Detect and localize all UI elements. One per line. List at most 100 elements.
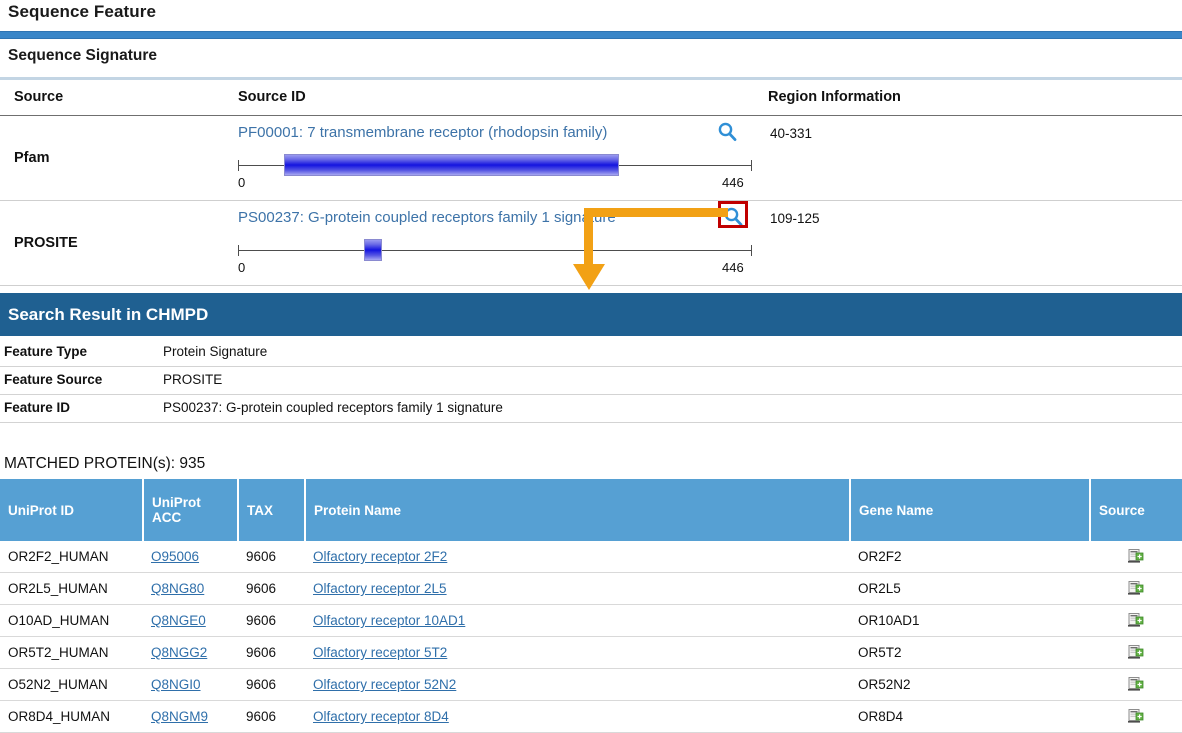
section-divider	[0, 77, 1182, 80]
axis-tick-end-prosite	[751, 245, 752, 256]
region-information-prosite: 109-125	[770, 211, 820, 226]
cell-uniprot-id: OR2L5_HUMAN	[0, 572, 143, 605]
column-header-uniprot-acc[interactable]: UniProt ACC	[143, 479, 239, 541]
cell-protein-name: Olfactory receptor 2L5	[305, 572, 850, 605]
column-header-gene-name[interactable]: Gene Name	[850, 479, 1091, 541]
column-header-region-info: Region Information	[768, 89, 901, 105]
detail-row-feature-type: Feature Type Protein Signature	[0, 338, 1182, 367]
column-header-tax[interactable]: TAX	[238, 479, 306, 541]
cell-source	[1090, 541, 1182, 573]
cell-uniprot-id: OR8D4_HUMAN	[0, 700, 143, 733]
cell-tax: 9606	[238, 541, 305, 573]
domain-axis-track-prosite	[238, 250, 752, 251]
protein-name-link[interactable]: Olfactory receptor 2L5	[313, 581, 447, 596]
protein-name-link[interactable]: Olfactory receptor 5T2	[313, 645, 447, 660]
document-add-icon[interactable]	[1128, 613, 1144, 628]
document-add-icon[interactable]	[1128, 549, 1144, 564]
cell-source	[1090, 636, 1182, 669]
column-header-protein-name[interactable]: Protein Name	[305, 479, 851, 541]
cell-uniprot-id: O10AD_HUMAN	[0, 604, 143, 637]
cell-uniprot-acc: Q8NGE0	[143, 604, 238, 637]
cell-source	[1090, 604, 1182, 637]
detail-value-feature-id: PS00237: G-protein coupled receptors fam…	[163, 400, 503, 415]
signature-table-header: Source Source ID Region Information	[0, 82, 1182, 116]
cell-gene-name: OR8D4	[850, 700, 1090, 733]
chmpd-result-header: Search Result in CHMPD	[0, 293, 1182, 336]
document-add-icon[interactable]	[1128, 709, 1144, 724]
cell-gene-name: OR2L5	[850, 572, 1090, 605]
cell-uniprot-acc: O95006	[143, 541, 238, 573]
cell-gene-name: OR10AD1	[850, 604, 1090, 637]
cell-gene-name: OR2F2	[850, 541, 1090, 573]
axis-label-end-prosite: 446	[722, 260, 744, 275]
signature-link-pfam[interactable]: PF00001: 7 transmembrane receptor (rhodo…	[238, 124, 607, 141]
cell-tax: 9606	[238, 572, 305, 605]
protein-name-link[interactable]: Olfactory receptor 10AD1	[313, 613, 465, 628]
cell-tax: 9606	[238, 604, 305, 637]
detail-row-feature-id: Feature ID PS00237: G-protein coupled re…	[0, 394, 1182, 423]
cell-tax: 9606	[238, 636, 305, 669]
cell-tax: 9606	[238, 668, 305, 701]
matched-proteins-title: MATCHED PROTEIN(s): 935	[4, 455, 206, 472]
cell-uniprot-id: OR5T2_HUMAN	[0, 636, 143, 669]
cell-source	[1090, 572, 1182, 605]
table-header-row: UniProt ID UniProt ACC TAX Protein Name …	[0, 479, 1182, 541]
column-header-source[interactable]: Source	[1090, 479, 1182, 541]
signature-row-pfam: Pfam PF00001: 7 transmembrane receptor (…	[0, 116, 1182, 201]
matched-proteins-table: UniProt ID UniProt ACC TAX Protein Name …	[0, 479, 1182, 733]
protein-name-link[interactable]: Olfactory receptor 8D4	[313, 709, 449, 724]
cell-uniprot-id: O52N2_HUMAN	[0, 668, 143, 701]
detail-value-feature-source: PROSITE	[163, 372, 223, 387]
cell-source	[1090, 700, 1182, 733]
uniprot-acc-link[interactable]: Q8NGI0	[151, 677, 201, 692]
annotation-arrow-head	[573, 264, 605, 290]
table-row: OR2F2_HUMAN O95006 9606 Olfactory receptor …	[0, 541, 1182, 573]
table-row: O52N2_HUMAN Q8NGI0 9606 Olfactory receptor …	[0, 668, 1182, 701]
cell-tax: 9606	[238, 700, 305, 733]
title-divider	[0, 31, 1182, 39]
uniprot-acc-link[interactable]: Q8NGM9	[151, 709, 208, 724]
cell-uniprot-acc: Q8NGG2	[143, 636, 238, 669]
table-row: OR2L5_HUMAN Q8NG80 9606 Olfactory receptor …	[0, 572, 1182, 605]
axis-tick-start-prosite	[238, 245, 239, 256]
cell-gene-name: OR52N2	[850, 668, 1090, 701]
document-add-icon[interactable]	[1128, 677, 1144, 692]
table-row: O10AD_HUMAN Q8NGE0 9606 Olfactory receptor …	[0, 604, 1182, 637]
axis-tick-start-pfam	[238, 160, 239, 171]
cell-uniprot-acc: Q8NGI0	[143, 668, 238, 701]
axis-label-start-prosite: 0	[238, 260, 246, 275]
axis-label-end-pfam: 446	[722, 175, 744, 190]
detail-label-feature-source: Feature Source	[4, 372, 103, 387]
document-add-icon[interactable]	[1128, 581, 1144, 596]
search-icon[interactable]	[716, 121, 738, 143]
protein-name-link[interactable]: Olfactory receptor 2F2	[313, 549, 447, 564]
signature-source-prosite: PROSITE	[14, 235, 78, 251]
cell-protein-name: Olfactory receptor 52N2	[305, 668, 850, 701]
uniprot-acc-link[interactable]: Q8NGG2	[151, 645, 207, 660]
cell-source	[1090, 668, 1182, 701]
domain-segment-pfam[interactable]	[284, 154, 620, 176]
cell-gene-name: OR5T2	[850, 636, 1090, 669]
column-header-source-id: Source ID	[238, 89, 306, 105]
domain-segment-prosite[interactable]	[363, 239, 383, 261]
cell-uniprot-id: OR2F2_HUMAN	[0, 541, 143, 573]
cell-protein-name: Olfactory receptor 8D4	[305, 700, 850, 733]
uniprot-acc-link[interactable]: Q8NGE0	[151, 613, 206, 628]
axis-tick-end-pfam	[751, 160, 752, 171]
detail-label-feature-type: Feature Type	[4, 344, 88, 359]
document-add-icon[interactable]	[1128, 645, 1144, 660]
uniprot-acc-link[interactable]: O95006	[151, 549, 199, 564]
column-header-uniprot-id[interactable]: UniProt ID	[0, 479, 144, 541]
protein-name-link[interactable]: Olfactory receptor 52N2	[313, 677, 456, 692]
region-information-pfam: 40-331	[770, 126, 813, 141]
detail-value-feature-type: Protein Signature	[163, 344, 268, 359]
table-row: OR5T2_HUMAN Q8NGG2 9606 Olfactory receptor …	[0, 636, 1182, 669]
table-row: OR8D4_HUMAN Q8NGM9 9606 Olfactory receptor …	[0, 700, 1182, 733]
signature-link-prosite[interactable]: PS00237: G-protein coupled receptors fam…	[238, 209, 616, 226]
sequence-feature-page: Sequence Feature Sequence Signature Sour…	[0, 0, 1182, 733]
cell-protein-name: Olfactory receptor 2F2	[305, 541, 850, 573]
chmpd-result-header-label: Search Result in CHMPD	[8, 304, 209, 324]
axis-label-start-pfam: 0	[238, 175, 246, 190]
uniprot-acc-link[interactable]: Q8NG80	[151, 581, 204, 596]
annotation-arrow-horizontal	[592, 208, 728, 217]
